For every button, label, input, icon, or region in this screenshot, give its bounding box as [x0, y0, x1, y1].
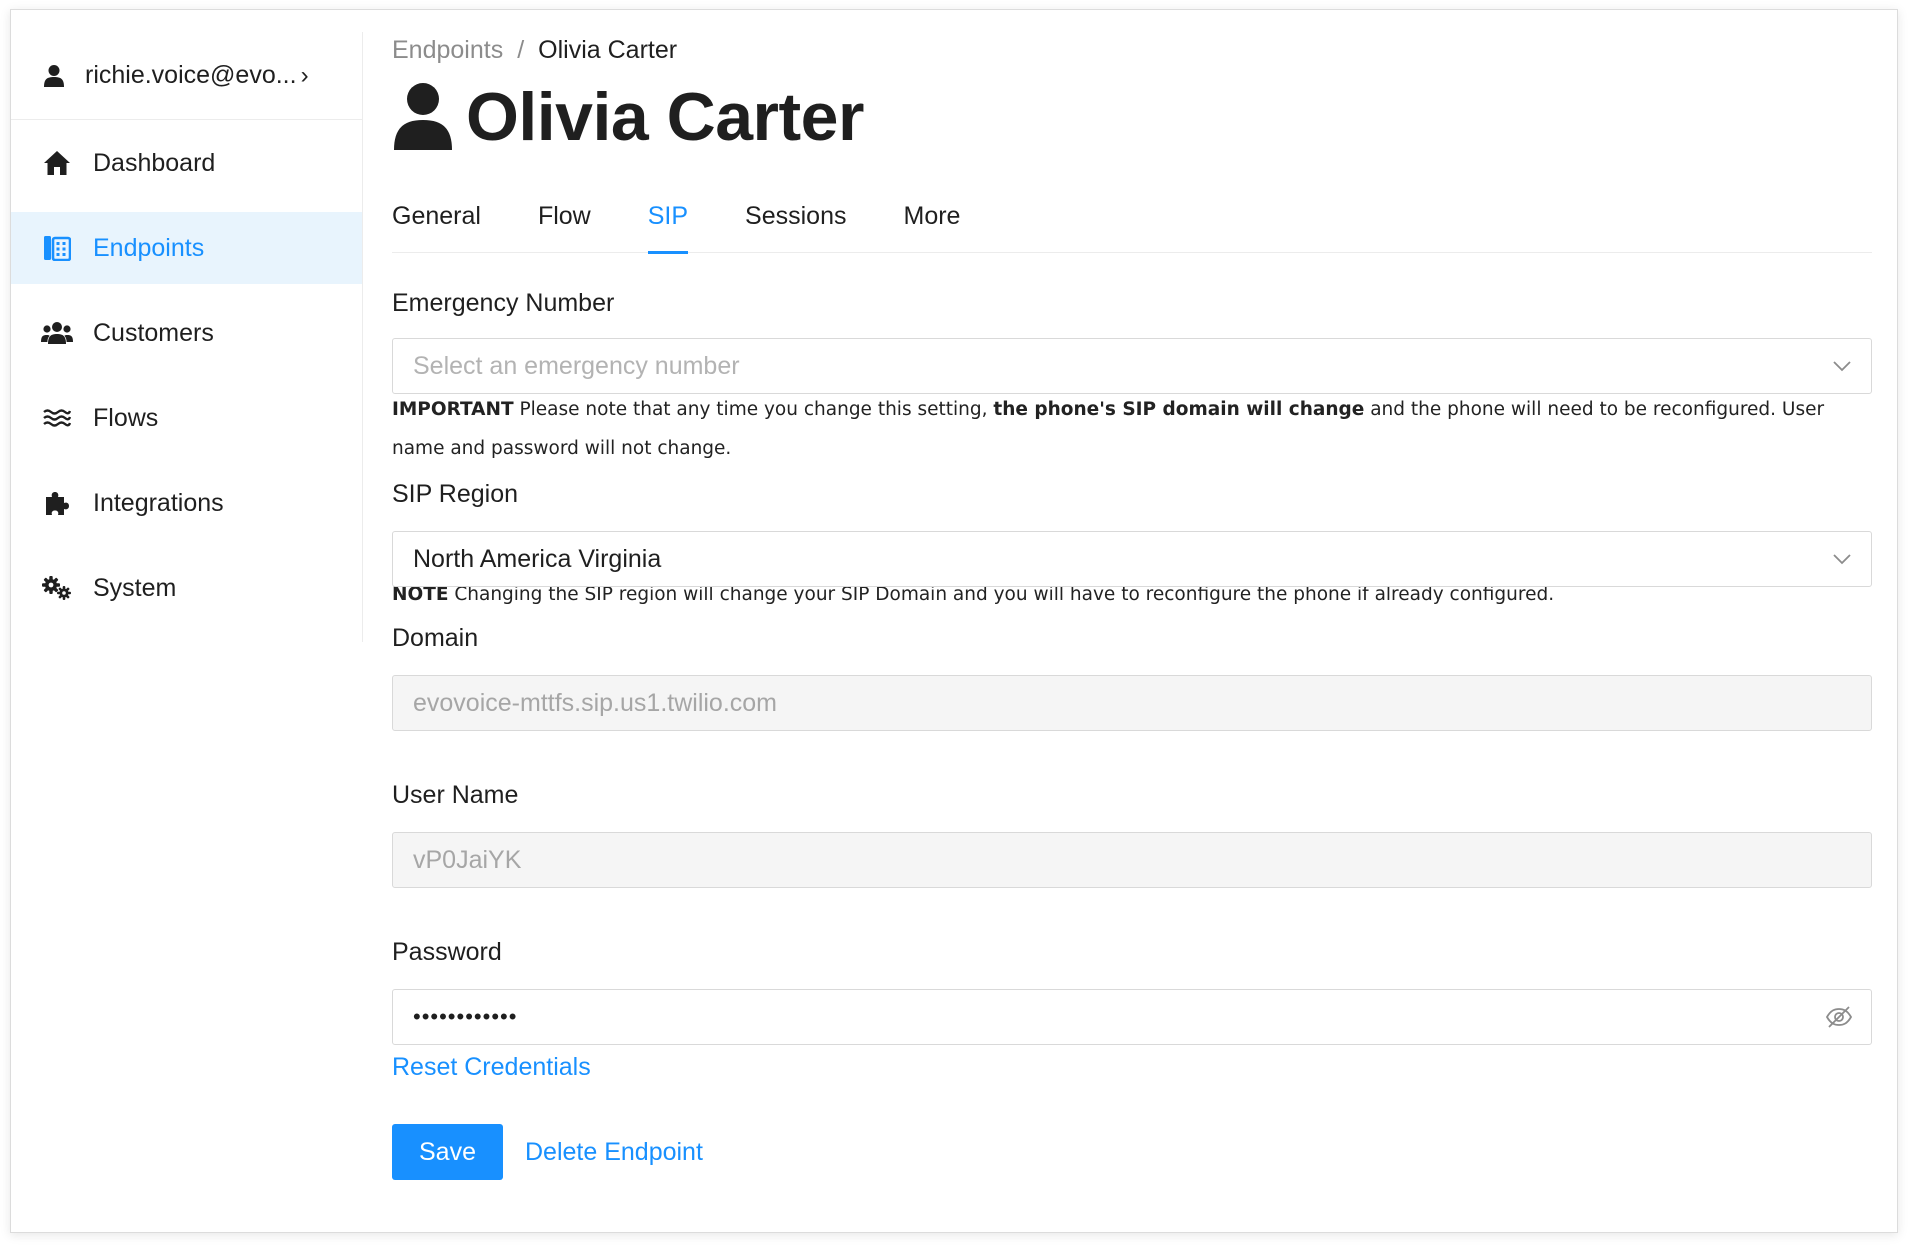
form-actions: Save Delete Endpoint — [392, 1124, 1872, 1180]
domain-value: evovoice-mttfs.sip.us1.twilio.com — [413, 688, 778, 717]
sip-region-group: SIP Region North America Virginia NOTE C… — [392, 478, 1872, 614]
domain-field: evovoice-mttfs.sip.us1.twilio.com — [392, 675, 1872, 731]
breadcrumb-current: Olivia Carter — [538, 35, 678, 64]
page-title: Olivia Carter — [392, 76, 1872, 158]
user-icon — [39, 61, 69, 91]
domain-group: Domain evovoice-mttfs.sip.us1.twilio.com — [392, 622, 1872, 731]
password-field[interactable]: •••••••••••• — [392, 989, 1872, 1045]
app-window: richie.voice@evo... › Dashboard Endpoint… — [10, 9, 1898, 1233]
save-button[interactable]: Save — [392, 1124, 503, 1180]
sip-region-value: North America Virginia — [413, 544, 662, 573]
sip-region-label: SIP Region — [392, 479, 519, 508]
password-label: Password — [392, 937, 502, 966]
sip-region-select[interactable]: North America Virginia — [392, 531, 1872, 587]
chevron-down-icon — [1831, 355, 1853, 377]
main-content: Endpoints / Olivia Carter Olivia Carter … — [392, 32, 1872, 1180]
tab-bar: General Flow SIP Sessions More — [392, 194, 1872, 254]
home-icon — [39, 148, 75, 178]
username-field: vP0JaiYK — [392, 832, 1872, 888]
sidebar-item-label: Dashboard — [93, 148, 216, 177]
sidebar-nav: Dashboard Endpoints Customers Flows Inte… — [11, 120, 362, 624]
sidebar: richie.voice@evo... › Dashboard Endpoint… — [11, 32, 363, 642]
username-value: vP0JaiYK — [413, 845, 522, 874]
user-menu[interactable]: richie.voice@evo... › — [11, 32, 362, 120]
page-title-text: Olivia Carter — [466, 79, 864, 155]
tab-sip[interactable]: SIP — [647, 194, 689, 254]
chevron-right-icon: › — [300, 61, 309, 89]
username-label: User Name — [392, 780, 519, 809]
sidebar-item-label: Flows — [93, 403, 159, 432]
tab-sessions[interactable]: Sessions — [745, 194, 846, 253]
sidebar-item-dashboard[interactable]: Dashboard — [11, 127, 362, 199]
sidebar-item-label: Customers — [93, 318, 214, 347]
tab-more[interactable]: More — [904, 194, 961, 253]
breadcrumb-link-endpoints[interactable]: Endpoints — [392, 36, 503, 65]
emergency-number-group: Emergency Number Select an emergency num… — [392, 287, 1872, 468]
sidebar-item-integrations[interactable]: Integrations — [11, 467, 362, 539]
eye-slash-icon[interactable] — [1825, 1005, 1853, 1029]
note-label: NOTE — [392, 584, 449, 605]
gears-icon — [39, 573, 75, 603]
tab-general[interactable]: General — [392, 194, 481, 253]
breadcrumb-separator: / — [517, 35, 525, 64]
sidebar-item-system[interactable]: System — [11, 552, 362, 624]
delete-endpoint-link[interactable]: Delete Endpoint — [525, 1138, 703, 1167]
phone-book-icon — [39, 233, 75, 263]
emergency-number-label: Emergency Number — [392, 288, 615, 317]
password-value: •••••••••••• — [413, 1004, 518, 1029]
user-email: richie.voice@evo... — [85, 61, 297, 89]
help-text: Please note that any time you change thi… — [513, 399, 994, 420]
reset-row: Reset Credentials — [392, 1050, 1872, 1084]
emergency-number-help: IMPORTANT Please note that any time you … — [392, 390, 1872, 468]
puzzle-icon — [39, 488, 75, 518]
breadcrumb: Endpoints / Olivia Carter — [392, 32, 1872, 68]
users-icon — [39, 318, 75, 348]
tab-flow[interactable]: Flow — [538, 194, 591, 253]
sidebar-item-label: Endpoints — [93, 233, 205, 262]
waves-icon — [39, 403, 75, 433]
sidebar-item-label: System — [93, 573, 177, 602]
emergency-number-select[interactable]: Select an emergency number — [392, 338, 1872, 394]
help-strong-text: the phone's SIP domain will change — [993, 399, 1365, 420]
important-label: IMPORTANT — [392, 399, 514, 420]
reset-credentials-link[interactable]: Reset Credentials — [392, 1053, 591, 1082]
emergency-number-placeholder: Select an emergency number — [413, 351, 740, 380]
user-icon — [392, 82, 454, 152]
domain-label: Domain — [392, 623, 479, 652]
username-group: User Name vP0JaiYK — [392, 779, 1872, 888]
help-text: Changing the SIP region will change your… — [448, 584, 1555, 605]
sidebar-item-endpoints[interactable]: Endpoints — [11, 212, 362, 284]
sidebar-item-label: Integrations — [93, 488, 224, 517]
sidebar-item-customers[interactable]: Customers — [11, 297, 362, 369]
chevron-down-icon — [1831, 548, 1853, 570]
password-group: Password •••••••••••• Reset Credentials — [392, 936, 1872, 1084]
sidebar-item-flows[interactable]: Flows — [11, 382, 362, 454]
